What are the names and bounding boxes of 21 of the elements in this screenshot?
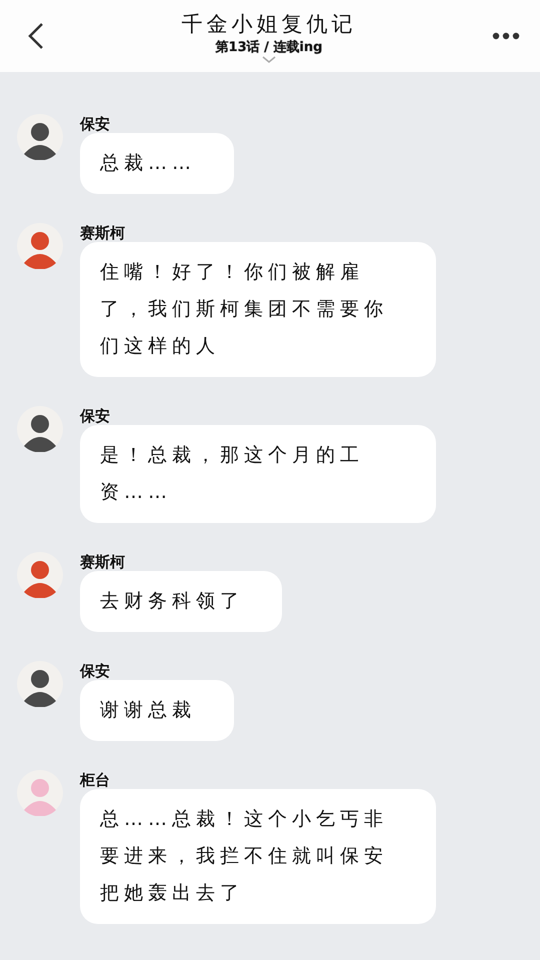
sender-name: 赛斯柯 <box>80 554 125 571</box>
sender-name: 保安 <box>80 663 110 680</box>
more-button[interactable] <box>492 32 520 40</box>
sender-name: 保安 <box>80 116 110 133</box>
message-bubble: 总裁…… <box>80 133 234 194</box>
comic-title: 千金小姐复仇记 <box>182 10 356 38</box>
message-bubble: 住嘴！好了！你们被解雇了，我们斯柯集团不需要你们这样的人 <box>80 242 436 377</box>
sender-name: 柜台 <box>80 772 110 789</box>
message-bubble: 是！总裁，那这个月的工资…… <box>80 425 436 523</box>
avatar-icon[interactable] <box>17 223 63 269</box>
sender-name: 赛斯柯 <box>80 225 125 242</box>
avatar-icon[interactable] <box>17 552 63 598</box>
avatar-icon[interactable] <box>17 406 63 452</box>
sender-name: 保安 <box>80 408 110 425</box>
avatar-icon[interactable] <box>17 661 63 707</box>
message-bubble: 谢谢总裁 <box>80 680 234 741</box>
avatar-icon[interactable] <box>17 114 63 160</box>
message-bubble: 总……总裁！这个小乞丐非要进来，我拦不住就叫保安把她轰出去了 <box>80 789 436 924</box>
chapter-subtitle: 第13话 / 连载ing <box>216 38 322 56</box>
back-button[interactable] <box>26 22 46 50</box>
message-bubble: 去财务科领了 <box>80 571 282 632</box>
